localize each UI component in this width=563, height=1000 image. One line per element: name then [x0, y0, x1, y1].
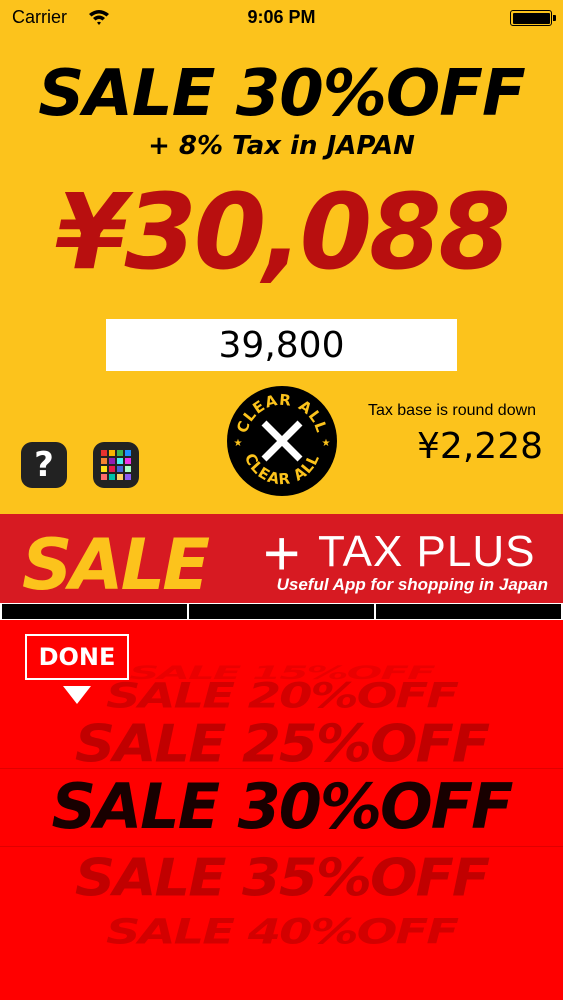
done-button[interactable]: DONE	[25, 634, 129, 680]
app-tile	[117, 450, 123, 456]
picker-row[interactable]: SALE 40%OFF	[0, 912, 563, 952]
segment[interactable]	[189, 604, 374, 619]
app-tile	[101, 450, 107, 456]
apps-grid-icon	[101, 450, 131, 480]
price-input[interactable]	[106, 319, 457, 371]
picker-divider	[0, 768, 563, 769]
star-icon: ★	[234, 438, 243, 449]
app-tile	[125, 466, 131, 472]
app-tile	[109, 450, 115, 456]
help-button[interactable]: ?	[21, 442, 67, 488]
calculator-panel: Carrier 9:06 PM SALE 30%OFF + 8% Tax in …	[0, 0, 563, 514]
tax-amount: ¥2,228	[417, 426, 543, 467]
app-tile	[101, 466, 107, 472]
app-tile	[125, 450, 131, 456]
banner-sale-text: SALE	[22, 524, 210, 604]
picker-row-selected[interactable]: SALE 30%OFF	[0, 770, 563, 843]
question-icon: ?	[34, 445, 54, 485]
apps-button[interactable]	[93, 442, 139, 488]
app-tile	[109, 466, 115, 472]
app-tile	[117, 474, 123, 480]
banner-tagline: Useful App for shopping in Japan	[276, 575, 548, 594]
discount-title[interactable]: SALE 30%OFF	[0, 56, 563, 132]
segment-bar	[0, 603, 563, 620]
app-tile	[125, 474, 131, 480]
star-icon: ★	[322, 438, 331, 449]
status-bar: Carrier 9:06 PM	[0, 0, 563, 36]
app-tile	[117, 466, 123, 472]
battery-icon	[510, 10, 556, 26]
tax-subtitle: + 8% Tax in JAPAN	[148, 131, 415, 161]
segment[interactable]	[2, 604, 187, 619]
picker-divider	[0, 846, 563, 847]
clock: 9:06 PM	[247, 7, 316, 27]
app-tile	[117, 458, 123, 464]
clear-all-button[interactable]: CLEAR ALL CLEAR ALL ★ ★	[226, 385, 338, 497]
banner-taxplus-text: TAX PLUS	[318, 527, 536, 576]
segment[interactable]	[376, 604, 561, 619]
arrow-down-icon	[63, 686, 91, 704]
app-tile	[109, 458, 115, 464]
picker-row[interactable]: SALE 35%OFF	[0, 849, 563, 909]
app-banner[interactable]: SALE + TAX PLUS Useful App for shopping …	[0, 514, 563, 604]
picker-row[interactable]: SALE 25%OFF	[0, 715, 563, 775]
app-tile	[125, 458, 131, 464]
app-tile	[101, 458, 107, 464]
total-price: ¥30,088	[55, 171, 511, 293]
app-tile	[109, 474, 115, 480]
app-tile	[101, 474, 107, 480]
tax-note: Tax base is round down	[367, 402, 537, 419]
